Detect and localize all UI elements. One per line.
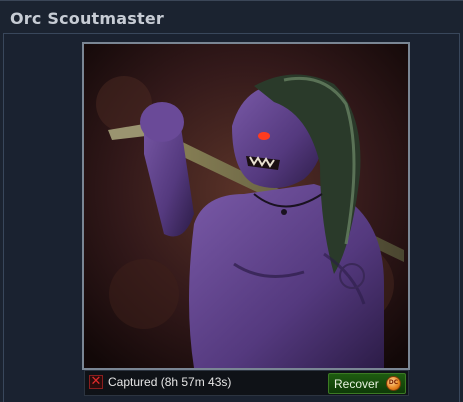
capture-status-text: Captured (8h 57m 43s) — [108, 375, 232, 389]
capture-status-bar: ✕ Captured (8h 57m 43s) Recover DC — [84, 370, 409, 396]
orc-portrait-illustration — [84, 44, 408, 368]
unit-title: Orc Scoutmaster — [10, 9, 164, 28]
red-x-icon: ✕ — [89, 374, 103, 389]
recover-button[interactable]: Recover DC — [328, 373, 406, 394]
unit-card: Orc Scoutmaster ✕ Captured (8h 57m 43s) … — [0, 0, 463, 402]
dc-coin-icon: DC — [386, 376, 401, 391]
recover-button-label: Recover — [334, 377, 379, 391]
glowing-eye — [258, 132, 270, 140]
unit-portrait — [82, 42, 410, 370]
